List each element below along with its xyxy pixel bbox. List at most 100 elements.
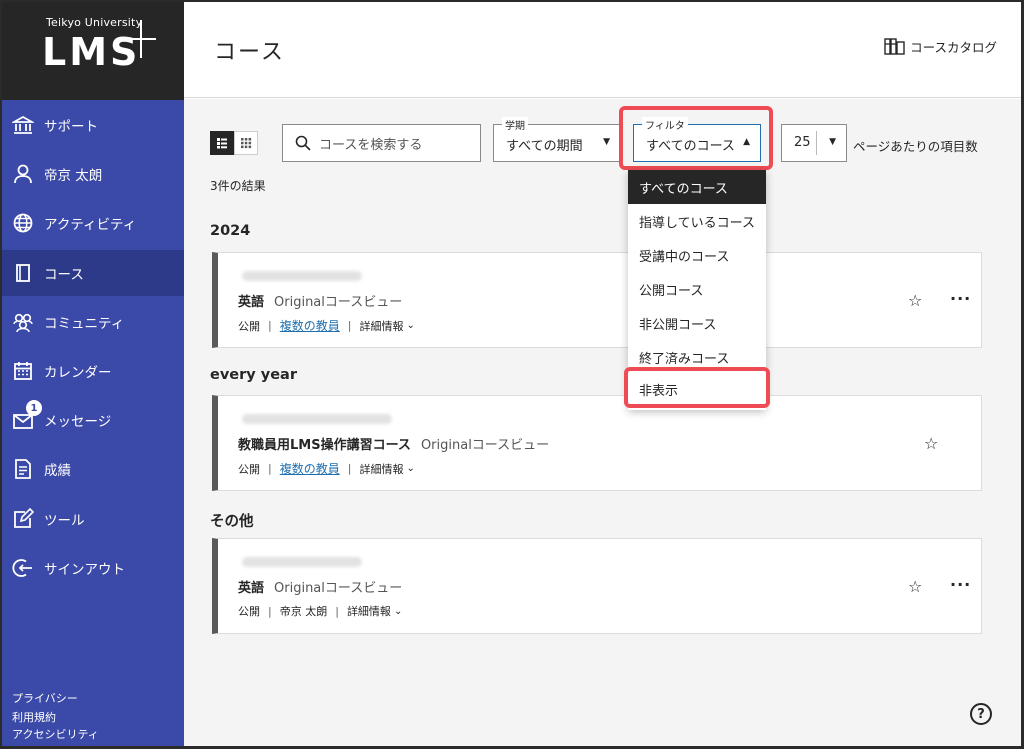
sidebar-item-label: カレンダー [44,365,112,381]
catalog-icon [884,38,905,55]
help-icon[interactable]: ? [970,703,992,725]
sidebar-item-activity[interactable]: アクティビティ [2,200,184,246]
meta-separator: | [347,462,352,475]
user-icon [10,161,36,187]
course-card[interactable]: 英語 Originalコースビュー 公開 | 複数の教員 | 詳細情報 ⌄ ☆ … [212,252,982,348]
search-placeholder: コースを検索する [319,137,423,153]
filter-option-public[interactable]: 公開コース [628,272,766,306]
instructors-link[interactable]: 複数の教員 [280,460,340,477]
per-page-value: 25 [794,135,811,150]
term-legend: 学期 [502,117,528,132]
filter-option-enrolled[interactable]: 受講中のコース [628,238,766,272]
view-toggle [210,131,258,155]
course-name[interactable]: 英語 [238,577,264,596]
sidebar-item-grades[interactable]: 成績 [2,446,184,492]
sidebar-item-label: コミュニティ [44,316,125,332]
more-options-icon[interactable]: ··· [950,289,971,308]
filter-option-private[interactable]: 非公開コース [628,306,766,340]
per-page-select[interactable]: 25 ▼ [781,124,847,162]
details-toggle[interactable]: 詳細情報 [359,461,403,477]
course-id-redacted [242,271,362,281]
favorite-star-icon[interactable]: ☆ [908,291,922,310]
course-view-type: Originalコースビュー [274,295,403,310]
list-view-button[interactable] [210,131,234,155]
meta-separator: | [268,462,272,475]
course-name[interactable]: 英語 [238,291,264,310]
course-id-redacted [242,414,392,424]
sidebar-item-label: サポート [44,119,98,135]
page-title: コース [214,40,285,65]
section-heading: every year [210,367,297,383]
filter-option-all[interactable]: すべてのコース [628,170,766,204]
page-header: コース コースカタログ [184,2,1021,98]
favorite-star-icon[interactable]: ☆ [924,434,938,453]
privacy-link[interactable]: プライバシー [12,690,78,706]
lms-logo[interactable]: Teikyo University LMS [2,2,184,100]
course-card[interactable]: 英語 Originalコースビュー 公開 | 帝京 太朗 | 詳細情報 ⌄ ☆ … [212,538,982,634]
calendar-icon [10,358,36,384]
meta-separator: | [268,604,272,618]
sidebar-item-label: 成績 [44,463,71,479]
chevron-down-icon: ⌄ [406,320,415,331]
course-icon [10,260,36,286]
section-heading: 2024 [210,223,251,239]
globe-icon [10,210,36,236]
details-toggle[interactable]: 詳細情報 [347,603,391,619]
meta-separator: | [335,604,339,618]
signout-icon [10,555,36,581]
sidebar-item-community[interactable]: コミュニティ [2,299,184,345]
favorite-star-icon[interactable]: ☆ [908,577,922,596]
logo-university: Teikyo University [46,16,143,29]
sidebar-item-label: 帝京 太朗 [44,168,103,184]
list-view-icon [217,138,227,149]
caret-down-icon: ▼ [603,137,610,147]
sidebar-item-profile[interactable]: 帝京 太朗 [2,151,184,197]
details-toggle[interactable]: 詳細情報 [359,318,403,334]
caret-down-icon: ▼ [829,137,836,147]
grid-view-icon [241,138,252,149]
filter-option-teaching[interactable]: 指導しているコース [628,204,766,238]
more-options-icon[interactable]: ··· [950,575,971,594]
message-count-badge: 1 [26,400,42,416]
section-heading-text: every year [210,367,297,383]
sidebar-item-calendar[interactable]: カレンダー [2,348,184,394]
accessibility-link[interactable]: アクセシビリティ [12,726,99,742]
terms-link[interactable]: 利用規約 [12,709,56,725]
per-page-label: ページあたりの項目数 [853,139,978,154]
course-card[interactable]: 教職員用LMS操作講習コース Originalコースビュー 公開 | 複数の教員… [212,395,982,491]
sidebar-item-label: サインアウト [44,562,125,578]
course-view-type: Originalコースビュー [420,438,550,453]
sidebar-item-support[interactable]: サポート [2,102,184,148]
grid-view-button[interactable] [234,131,258,155]
grades-icon [10,456,36,482]
sidebar-item-label: メッセージ [44,414,112,430]
chevron-down-icon: ⌄ [393,605,403,617]
sidebar-item-messages[interactable]: 1 メッセージ [2,397,184,443]
course-status: 公開 [238,605,260,618]
instructor-name: 帝京 太朗 [279,605,328,618]
search-icon [295,135,311,151]
per-page-divider [816,131,817,155]
course-id-redacted [242,557,362,567]
hidden-option-highlight [624,367,770,408]
sidebar-item-tools[interactable]: ツール [2,496,184,542]
course-view-type: Originalコースビュー [274,581,403,596]
logo-cross-horizontal [128,38,156,40]
course-name[interactable]: 教職員用LMS操作講習コース [238,434,411,453]
results-count: 3件の結果 [210,179,266,193]
sidebar-item-courses[interactable]: コース [2,250,184,296]
sidebar-item-label: ツール [44,513,85,529]
tools-icon [10,506,36,532]
community-icon [10,309,36,335]
term-select[interactable]: 学期 すべての期間 ▼ [493,117,621,162]
course-search-input[interactable]: コースを検索する [282,124,481,162]
sidebar-item-signout[interactable]: サインアウト [2,545,184,591]
term-value: すべての期間 [506,139,583,154]
instructors-link[interactable]: 複数の教員 [280,317,340,334]
course-catalog-label: コースカタログ [910,39,997,55]
filter-highlight [619,106,773,170]
logo-product: LMS [42,30,141,74]
course-status: 公開 [238,319,260,333]
course-catalog-button[interactable]: コースカタログ [884,36,997,56]
chevron-down-icon: ⌄ [406,463,415,474]
